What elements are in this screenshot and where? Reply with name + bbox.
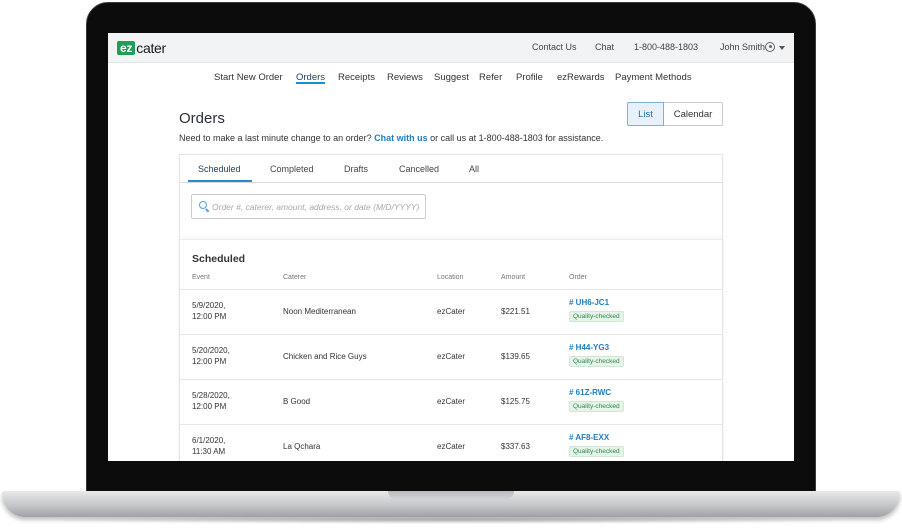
column-header-amount: Amount: [501, 274, 526, 281]
table-row[interactable]: 6/1/2020, 11:30 AM La Qchara ezCater $33…: [180, 424, 722, 461]
phone-number[interactable]: 1-800-488-1803: [634, 42, 698, 52]
event-time: 12:00 PM: [192, 357, 227, 366]
column-header-caterer: Caterer: [283, 274, 307, 281]
event-time: 12:00 PM: [192, 402, 227, 411]
nav-ezrewards[interactable]: ezRewards: [557, 72, 605, 83]
search-icon: [199, 201, 207, 209]
order-tabs: Scheduled Completed Drafts Cancelled All: [180, 155, 722, 183]
laptop-notch: [388, 491, 514, 500]
nav-active-indicator: [296, 82, 325, 84]
caterer-name: La Qchara: [283, 442, 321, 451]
main-nav: Start New Order Orders Receipts Reviews …: [108, 63, 794, 91]
logo-cater: cater: [136, 39, 166, 56]
column-header-order: Order: [569, 274, 587, 281]
user-name[interactable]: John Smith: [720, 42, 765, 52]
orders-card: Scheduled Completed Drafts Cancelled All…: [179, 154, 723, 461]
event-date: 5/9/2020,: [192, 301, 226, 310]
chevron-down-icon[interactable]: [779, 46, 785, 50]
column-header-event: Event: [192, 274, 210, 281]
nav-suggest[interactable]: Suggest: [434, 72, 469, 83]
location: ezCater: [437, 442, 466, 451]
contact-us-link[interactable]: Contact Us: [532, 42, 577, 52]
nav-reviews[interactable]: Reviews: [387, 72, 423, 83]
event-date: 5/20/2020,: [192, 346, 230, 355]
location: ezCater: [437, 397, 466, 406]
event-date: 6/1/2020,: [192, 436, 226, 445]
nav-receipts[interactable]: Receipts: [338, 72, 375, 83]
caterer-name: Noon Mediterranean: [283, 307, 356, 316]
column-header-location: Location: [437, 274, 464, 281]
search-input[interactable]: [212, 199, 422, 214]
amount: $221.51: [501, 307, 530, 316]
quality-checked-badge: Quality-checked: [569, 356, 624, 367]
nav-payment-methods[interactable]: Payment Methods: [615, 72, 692, 83]
tab-completed[interactable]: Completed: [270, 164, 314, 174]
order-number-link[interactable]: # AF8-EXX: [569, 433, 609, 442]
section-title: Scheduled: [192, 253, 246, 265]
table-row[interactable]: 5/9/2020, 12:00 PM Noon Mediterranean ez…: [180, 289, 722, 334]
help-suffix: or call us at 1-800-488-1803 for assista…: [430, 133, 604, 143]
tab-scheduled[interactable]: Scheduled: [198, 164, 241, 174]
logo-ez: ez: [117, 40, 136, 55]
event-time: 12:00 PM: [192, 312, 227, 321]
calendar-view-button[interactable]: Calendar: [664, 102, 723, 126]
amount: $139.65: [501, 352, 530, 361]
quality-checked-badge: Quality-checked: [569, 311, 624, 322]
user-avatar-icon[interactable]: [765, 42, 775, 52]
page-title: Orders: [179, 110, 225, 127]
amount: $337.63: [501, 442, 530, 451]
nav-profile[interactable]: Profile: [516, 72, 543, 83]
table-row[interactable]: 5/28/2020, 12:00 PM B Good ezCater $125.…: [180, 379, 722, 424]
help-prefix: Need to make a last minute change to an …: [179, 133, 372, 143]
quality-checked-badge: Quality-checked: [569, 401, 624, 412]
scheduled-orders-table: Scheduled Event Caterer Location Amount …: [180, 239, 722, 461]
tab-drafts[interactable]: Drafts: [344, 164, 368, 174]
chat-link[interactable]: Chat: [595, 42, 614, 52]
caterer-name: Chicken and Rice Guys: [283, 352, 367, 361]
list-view-button[interactable]: List: [627, 102, 664, 126]
quality-checked-badge: Quality-checked: [569, 446, 624, 457]
tab-all[interactable]: All: [469, 164, 479, 174]
order-number-link[interactable]: # UH6-JC1: [569, 298, 609, 307]
nav-start-new-order[interactable]: Start New Order: [214, 72, 283, 83]
help-text: Need to make a last minute change to an …: [179, 133, 603, 143]
laptop-shadow: [40, 516, 862, 524]
top-bar: ez cater Contact Us Chat 1-800-488-1803 J…: [108, 33, 794, 63]
amount: $125.75: [501, 397, 530, 406]
ezcater-logo[interactable]: ez cater: [117, 39, 166, 56]
tab-active-indicator: [188, 180, 252, 182]
order-number-link[interactable]: # 61Z-RWC: [569, 388, 611, 397]
caterer-name: B Good: [283, 397, 311, 406]
chat-with-us-link[interactable]: Chat with us: [374, 133, 428, 143]
app-screen: ez cater Contact Us Chat 1-800-488-1803 J…: [108, 33, 794, 461]
tab-cancelled[interactable]: Cancelled: [399, 164, 439, 174]
table-row[interactable]: 5/20/2020, 12:00 PM Chicken and Rice Guy…: [180, 334, 722, 379]
order-number-link[interactable]: # H44-YG3: [569, 343, 609, 352]
event-time: 11:30 AM: [192, 447, 226, 456]
location: ezCater: [437, 307, 466, 316]
location: ezCater: [437, 352, 466, 361]
laptop-mockup: ez cater Contact Us Chat 1-800-488-1803 J…: [0, 0, 902, 529]
nav-refer[interactable]: Refer: [479, 72, 502, 83]
search-box: [191, 194, 426, 219]
event-date: 5/28/2020,: [192, 391, 230, 400]
